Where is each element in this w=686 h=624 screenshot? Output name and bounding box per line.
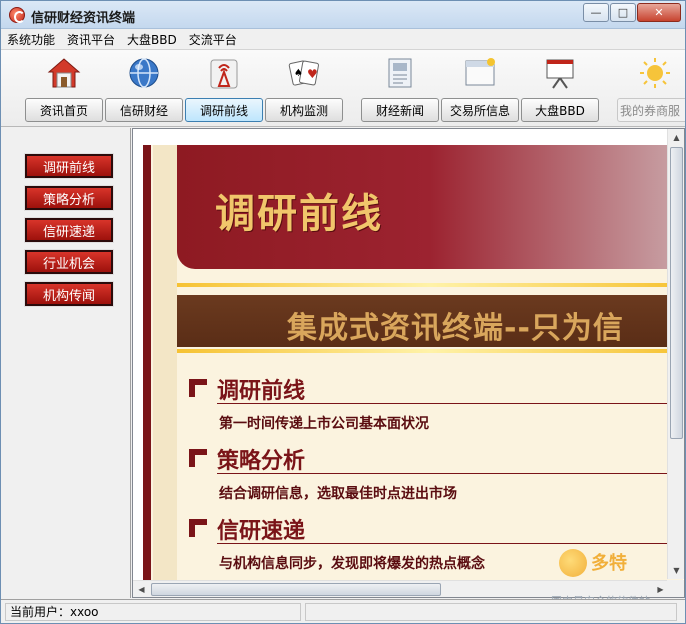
toolbar: 资讯首页 信研财经 调研前线 ♥ ♠ 机构监测 财经新闻 交易所信息 大盘BBD… [1,49,685,127]
section-heading: 策略分析 [217,449,306,474]
section-rule [217,543,669,544]
sidebar-item-xinyan-express[interactable]: 信研速递 [24,217,114,243]
exchange-info-button[interactable]: 交易所信息 [441,98,519,122]
page-left-strip [153,145,177,585]
sidebar: 调研前线 策略分析 信研速递 行业机会 机构传闻 [1,128,131,598]
tool-research-frontline: 调研前线 [185,54,263,124]
page-banner: 调研前线 [177,145,683,269]
minimize-button[interactable]: — [583,3,609,22]
content-pane: 调研前线 集成式资讯终端--只为信 调研前线 第一时间传递上市公司基本面状况 策… [132,128,685,598]
home-button[interactable]: 资讯首页 [25,98,103,122]
vertical-scroll-thumb[interactable] [670,147,683,439]
menu-info-platform[interactable]: 资讯平台 [67,31,115,48]
window-icon [465,58,495,86]
scroll-down-arrow-icon[interactable]: ▼ [668,562,684,579]
scroll-left-arrow-icon[interactable]: ◀ [133,581,150,597]
watermark-logo-icon [559,549,587,577]
menu-system[interactable]: 系统功能 [7,31,55,48]
watermark-brand: 多特 [591,553,627,574]
scrollbar-corner [667,580,684,597]
app-window: 信研财经资讯终端 — □ ✕ 系统功能 资讯平台 大盘BBD 交流平台 资讯首页 [0,0,686,624]
section-rule [217,473,669,474]
status-cell-empty [305,602,677,621]
svg-text:♠: ♠ [294,68,303,79]
section-description: 与机构信息同步，发现即将爆发的热点概念 [219,556,485,572]
sidebar-item-research-frontline[interactable]: 调研前线 [24,153,114,179]
scroll-up-arrow-icon[interactable]: ▲ [668,129,684,146]
finance-news-button[interactable]: 财经新闻 [361,98,439,122]
vertical-scrollbar[interactable]: ▲ ▼ [667,129,684,579]
section-bullet-icon [189,519,207,537]
banner-title: 调研前线 [215,191,383,237]
menu-bar: 系统功能 资讯平台 大盘BBD 交流平台 [1,29,685,49]
section-bullet-icon [189,449,207,467]
title-bar[interactable]: 信研财经资讯终端 — □ ✕ [1,1,685,29]
research-frontline-button[interactable]: 调研前线 [185,98,263,122]
page-left-border [143,145,151,585]
antenna-icon [210,59,238,89]
close-button[interactable]: ✕ [637,3,681,22]
menu-exchange-platform[interactable]: 交流平台 [189,31,237,48]
gold-divider-bottom [177,349,683,353]
status-bar: 当前用户：xxoo [1,599,685,623]
section-rule [217,403,669,404]
news-icon [388,58,412,88]
globe-icon [129,58,159,88]
maximize-button[interactable]: □ [610,3,636,22]
xinyan-finance-button[interactable]: 信研财经 [105,98,183,122]
content-page: 调研前线 集成式资讯终端--只为信 调研前线 第一时间传递上市公司基本面状况 策… [143,145,683,585]
slogan-bar: 集成式资讯终端--只为信 [177,295,683,347]
market-bbd-button[interactable]: 大盘BBD [521,98,599,122]
tool-my-broker: 我的券商服 [617,54,685,124]
menu-market-bbd[interactable]: 大盘BBD [127,31,177,48]
tool-xinyan-finance: 信研财经 [105,54,183,124]
tool-finance-news: 财经新闻 [361,54,439,124]
institution-monitor-button[interactable]: 机构监测 [265,98,343,122]
window-controls: — □ ✕ [583,3,681,22]
window-title: 信研财经资讯终端 [31,11,136,26]
home-icon [47,58,81,88]
cards-icon: ♥ ♠ [288,60,319,86]
section-description: 结合调研信息，选取最佳时点进出市场 [219,486,457,502]
section-heading: 调研前线 [217,379,306,404]
section-bullet-icon [189,379,207,397]
tool-institution-monitor: ♥ ♠ 机构监测 [265,54,343,124]
app-logo-icon [9,7,25,23]
tool-home: 资讯首页 [25,54,103,124]
section-description: 第一时间传递上市公司基本面状况 [219,416,429,432]
slogan-text: 集成式资讯终端--只为信 [287,311,624,346]
tool-exchange-info: 交易所信息 [441,54,519,124]
status-current-user: 当前用户：xxoo [5,602,301,621]
presentation-icon [546,59,574,89]
section-heading: 信研速递 [217,519,306,544]
sidebar-item-institution-rumors[interactable]: 机构传闻 [24,281,114,307]
my-broker-button[interactable]: 我的券商服 [617,98,685,122]
sidebar-item-industry-opportunity[interactable]: 行业机会 [24,249,114,275]
horizontal-scroll-thumb[interactable] [151,583,441,596]
gold-divider-top [177,283,683,287]
svg-text:♥: ♥ [307,67,318,81]
sun-icon [640,58,670,88]
tool-market-bbd: 大盘BBD [521,54,599,124]
sidebar-item-strategy-analysis[interactable]: 策略分析 [24,185,114,211]
